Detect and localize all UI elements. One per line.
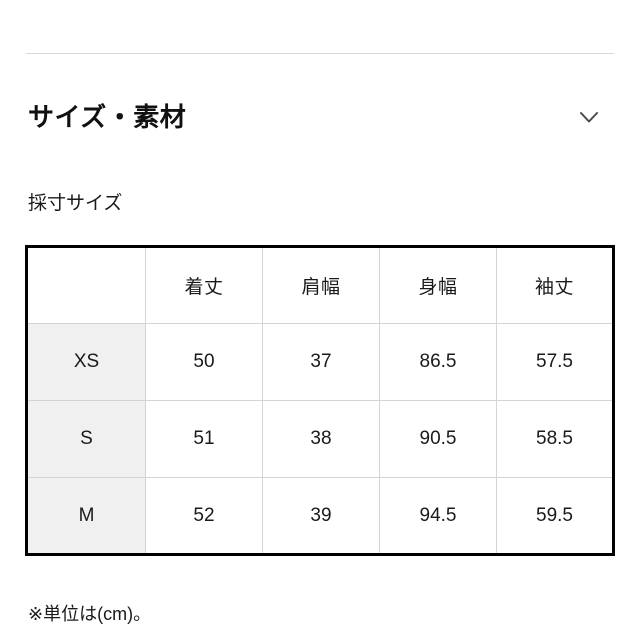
- page-title: サイズ・素材: [28, 102, 187, 132]
- cell-kitake: 50: [145, 323, 263, 401]
- row-size-label: XS: [26, 323, 146, 401]
- cell-sodetake: 58.5: [496, 400, 614, 478]
- table-row: XS 50 37 86.5 57.5: [26, 323, 614, 401]
- cell-mihaba: 86.5: [379, 323, 497, 401]
- size-table-container: 着丈 肩幅 身幅 袖丈 XS 50 37 86.5 57.5 S 51 38 9…: [25, 245, 615, 556]
- size-material-section-page: サイズ・素材 採寸サイズ 着丈 肩幅 身幅 袖丈 XS 50 37 86.5 5…: [0, 0, 640, 640]
- row-size-label: M: [26, 477, 146, 555]
- table-row: S 51 38 90.5 58.5: [26, 400, 614, 478]
- row-size-label: S: [26, 400, 146, 478]
- size-table-body: XS 50 37 86.5 57.5 S 51 38 90.5 58.5 M 5…: [26, 323, 614, 555]
- cell-katahaba: 37: [262, 323, 380, 401]
- unit-footnote: ※単位は(cm)。: [28, 604, 152, 624]
- top-divider: [26, 53, 614, 54]
- table-corner-cell: [26, 246, 146, 324]
- size-table-head: 着丈 肩幅 身幅 袖丈: [26, 246, 614, 324]
- cell-kitake: 51: [145, 400, 263, 478]
- cell-mihaba: 90.5: [379, 400, 497, 478]
- cell-sodetake: 59.5: [496, 477, 614, 555]
- cell-mihaba: 94.5: [379, 477, 497, 555]
- table-header-row: 着丈 肩幅 身幅 袖丈: [26, 246, 614, 324]
- table-row: M 52 39 94.5 59.5: [26, 477, 614, 555]
- column-header-sodetake: 袖丈: [496, 246, 614, 324]
- cell-kitake: 52: [145, 477, 263, 555]
- cell-sodetake: 57.5: [496, 323, 614, 401]
- measurement-size-label: 採寸サイズ: [28, 193, 123, 214]
- size-table: 着丈 肩幅 身幅 袖丈 XS 50 37 86.5 57.5 S 51 38 9…: [25, 245, 615, 556]
- cell-katahaba: 39: [262, 477, 380, 555]
- cell-katahaba: 38: [262, 400, 380, 478]
- size-material-accordion-header[interactable]: サイズ・素材: [0, 88, 640, 146]
- column-header-mihaba: 身幅: [379, 246, 497, 324]
- column-header-kitake: 着丈: [145, 246, 263, 324]
- chevron-down-icon[interactable]: [572, 100, 606, 134]
- column-header-katahaba: 肩幅: [262, 246, 380, 324]
